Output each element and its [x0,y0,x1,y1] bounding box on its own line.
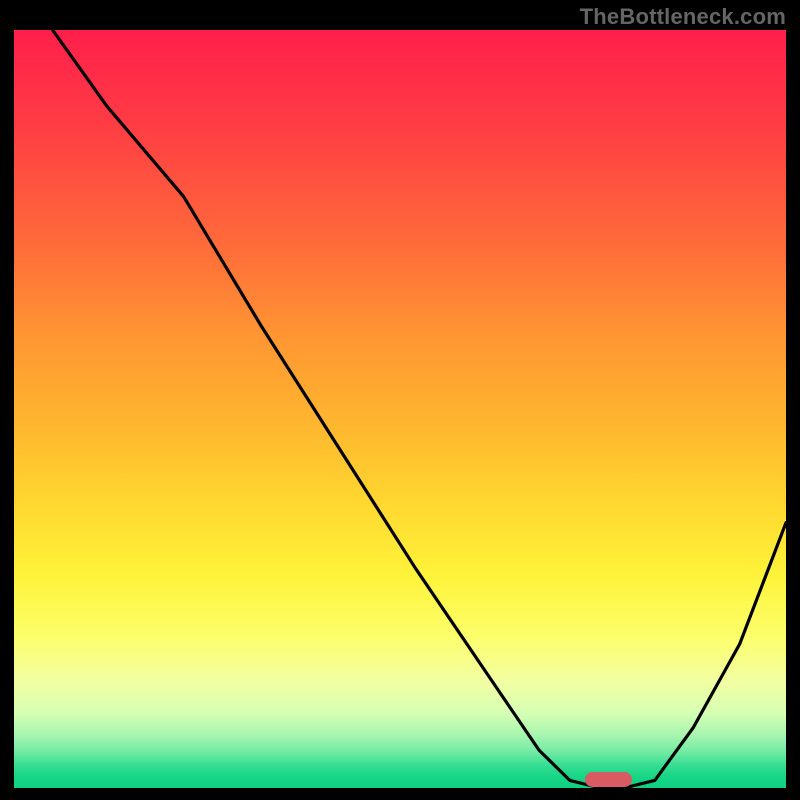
bottleneck-curve [14,30,786,788]
plot-area [14,30,786,788]
chart-frame: TheBottleneck.com [0,0,800,800]
watermark-text: TheBottleneck.com [580,4,786,30]
curve-path [53,30,786,788]
optimal-marker [585,772,631,787]
